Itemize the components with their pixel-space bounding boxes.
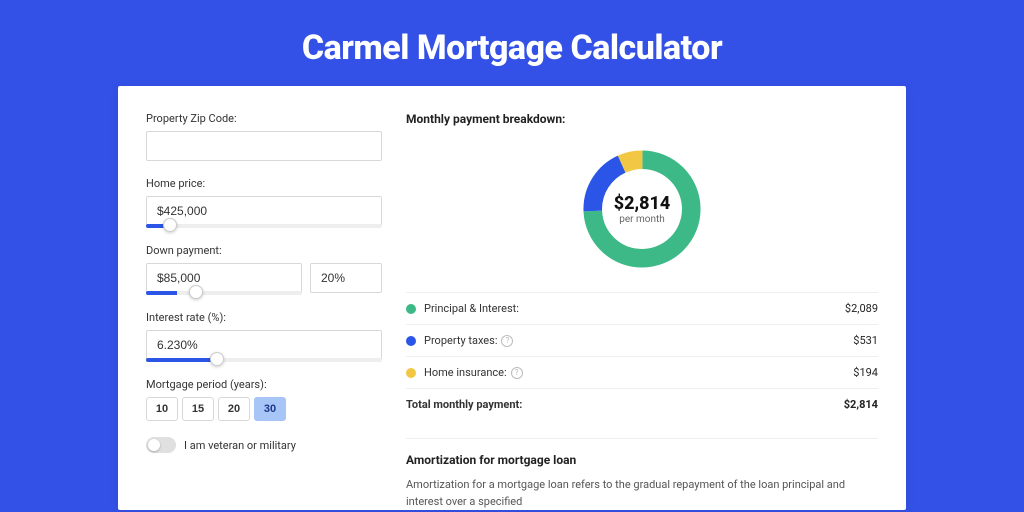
down-payment-pct-input[interactable] [310,263,382,293]
home-price-slider-thumb[interactable] [163,218,177,232]
home-price-label: Home price: [146,177,382,190]
down-payment-group: Down payment: [146,244,382,295]
input-panel: Property Zip Code: Home price: Down paym… [146,112,382,510]
down-payment-label: Down payment: [146,244,382,257]
line-principal: Principal & Interest: $2,089 [406,292,878,324]
dot-principal [406,304,416,314]
mortgage-period-group: Mortgage period (years): 10 15 20 30 [146,378,382,421]
veteran-label: I am veteran or military [184,439,296,452]
zip-label: Property Zip Code: [146,112,382,125]
value-taxes: $531 [853,334,878,347]
amortization-body: Amortization for a mortgage loan refers … [406,477,878,510]
page-title: Carmel Mortgage Calculator [0,0,1024,86]
dot-taxes [406,336,416,346]
zip-group: Property Zip Code: [146,112,382,161]
period-option-15[interactable]: 15 [182,397,214,421]
down-payment-input[interactable] [146,263,302,293]
interest-rate-slider-thumb[interactable] [210,352,224,366]
home-price-group: Home price: [146,177,382,228]
line-total: Total monthly payment: $2,814 [406,388,878,420]
label-total: Total monthly payment: [406,398,522,411]
period-option-10[interactable]: 10 [146,397,178,421]
info-icon[interactable]: ? [511,367,523,379]
down-payment-slider-thumb[interactable] [189,285,203,299]
dot-insurance [406,368,416,378]
donut-sub: per month [619,214,665,225]
info-icon[interactable]: ? [501,335,513,347]
interest-rate-slider[interactable] [146,358,382,362]
period-option-20[interactable]: 20 [218,397,250,421]
amortization-title: Amortization for mortgage loan [406,453,878,467]
interest-rate-input[interactable] [146,330,382,360]
line-taxes: Property taxes: ? $531 [406,324,878,356]
home-price-input[interactable] [146,196,382,226]
value-principal: $2,089 [845,302,878,315]
period-option-30[interactable]: 30 [254,397,286,421]
label-insurance: Home insurance: [424,366,507,379]
donut-center: $2,814 per month [577,144,707,274]
zip-input[interactable] [146,131,382,161]
label-principal: Principal & Interest: [424,302,519,315]
line-insurance: Home insurance: ? $194 [406,356,878,388]
breakdown-title: Monthly payment breakdown: [406,112,878,126]
veteran-toggle[interactable] [146,437,176,453]
calculator-card: Property Zip Code: Home price: Down paym… [118,86,906,510]
value-total: $2,814 [844,398,878,411]
veteran-row: I am veteran or military [146,437,382,453]
interest-rate-label: Interest rate (%): [146,311,382,324]
breakdown-panel: Monthly payment breakdown: $2,814 per mo… [406,112,878,510]
down-payment-slider[interactable] [146,291,302,295]
value-insurance: $194 [853,366,878,379]
interest-rate-group: Interest rate (%): [146,311,382,362]
donut-amount: $2,814 [614,193,671,214]
home-price-slider[interactable] [146,224,382,228]
label-taxes: Property taxes: [424,334,497,347]
mortgage-period-label: Mortgage period (years): [146,378,382,391]
payment-donut-chart: $2,814 per month [577,144,707,274]
mortgage-period-segment: 10 15 20 30 [146,397,382,421]
amortization-section: Amortization for mortgage loan Amortizat… [406,438,878,510]
